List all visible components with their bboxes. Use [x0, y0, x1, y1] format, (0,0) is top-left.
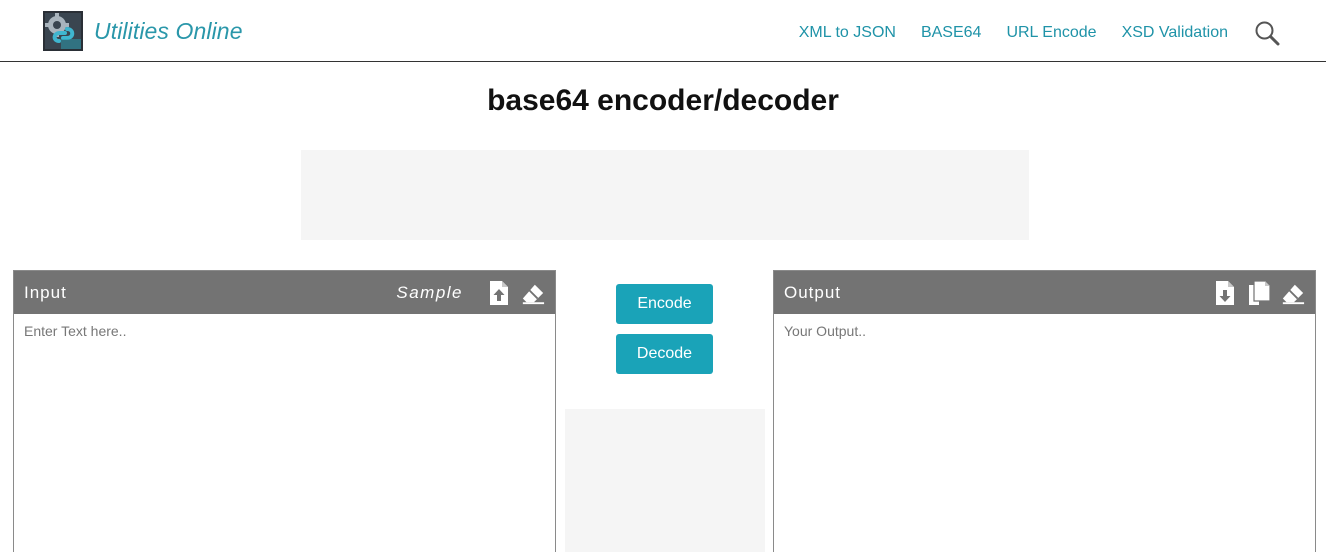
output-panel-title: Output	[784, 282, 842, 302]
nav-link-xsd-validation[interactable]: XSD Validation	[1122, 22, 1228, 44]
sample-button[interactable]: Sample	[396, 283, 463, 303]
output-panel-header: Output	[774, 271, 1315, 314]
download-file-icon[interactable]	[1213, 280, 1237, 306]
input-panel-header: Input Sample	[14, 271, 555, 314]
output-panel: Output	[773, 270, 1316, 552]
brand-link[interactable]: Utilities Online	[43, 11, 243, 51]
search-icon[interactable]	[1254, 20, 1280, 46]
upload-file-icon[interactable]	[487, 280, 511, 306]
encode-button[interactable]: Encode	[616, 284, 713, 324]
input-panel: Input Sample	[13, 270, 556, 552]
site-header: Utilities Online XML to JSON BASE64 URL …	[0, 0, 1326, 62]
ad-side-placeholder	[565, 409, 765, 552]
brand-name: Utilities Online	[94, 17, 243, 44]
decode-button[interactable]: Decode	[616, 334, 713, 374]
nav-link-url-encode[interactable]: URL Encode	[1006, 22, 1096, 44]
eraser-icon[interactable]	[1281, 280, 1305, 306]
nav-link-base64[interactable]: BASE64	[921, 22, 981, 44]
output-toolbar	[1203, 279, 1305, 306]
logo-gear-chain-icon	[43, 11, 83, 51]
input-toolbar: Sample	[396, 280, 545, 306]
main-nav: XML to JSON BASE64 URL Encode XSD Valida…	[774, 20, 1280, 46]
eraser-icon[interactable]	[521, 280, 545, 306]
copy-icon[interactable]	[1247, 279, 1271, 306]
input-textarea[interactable]	[14, 314, 555, 552]
output-textarea[interactable]	[774, 314, 1315, 552]
input-panel-title: Input	[24, 282, 67, 302]
ad-banner-placeholder	[301, 150, 1029, 240]
nav-link-xml-to-json[interactable]: XML to JSON	[799, 22, 896, 44]
page-title: base64 encoder/decoder	[487, 84, 839, 117]
